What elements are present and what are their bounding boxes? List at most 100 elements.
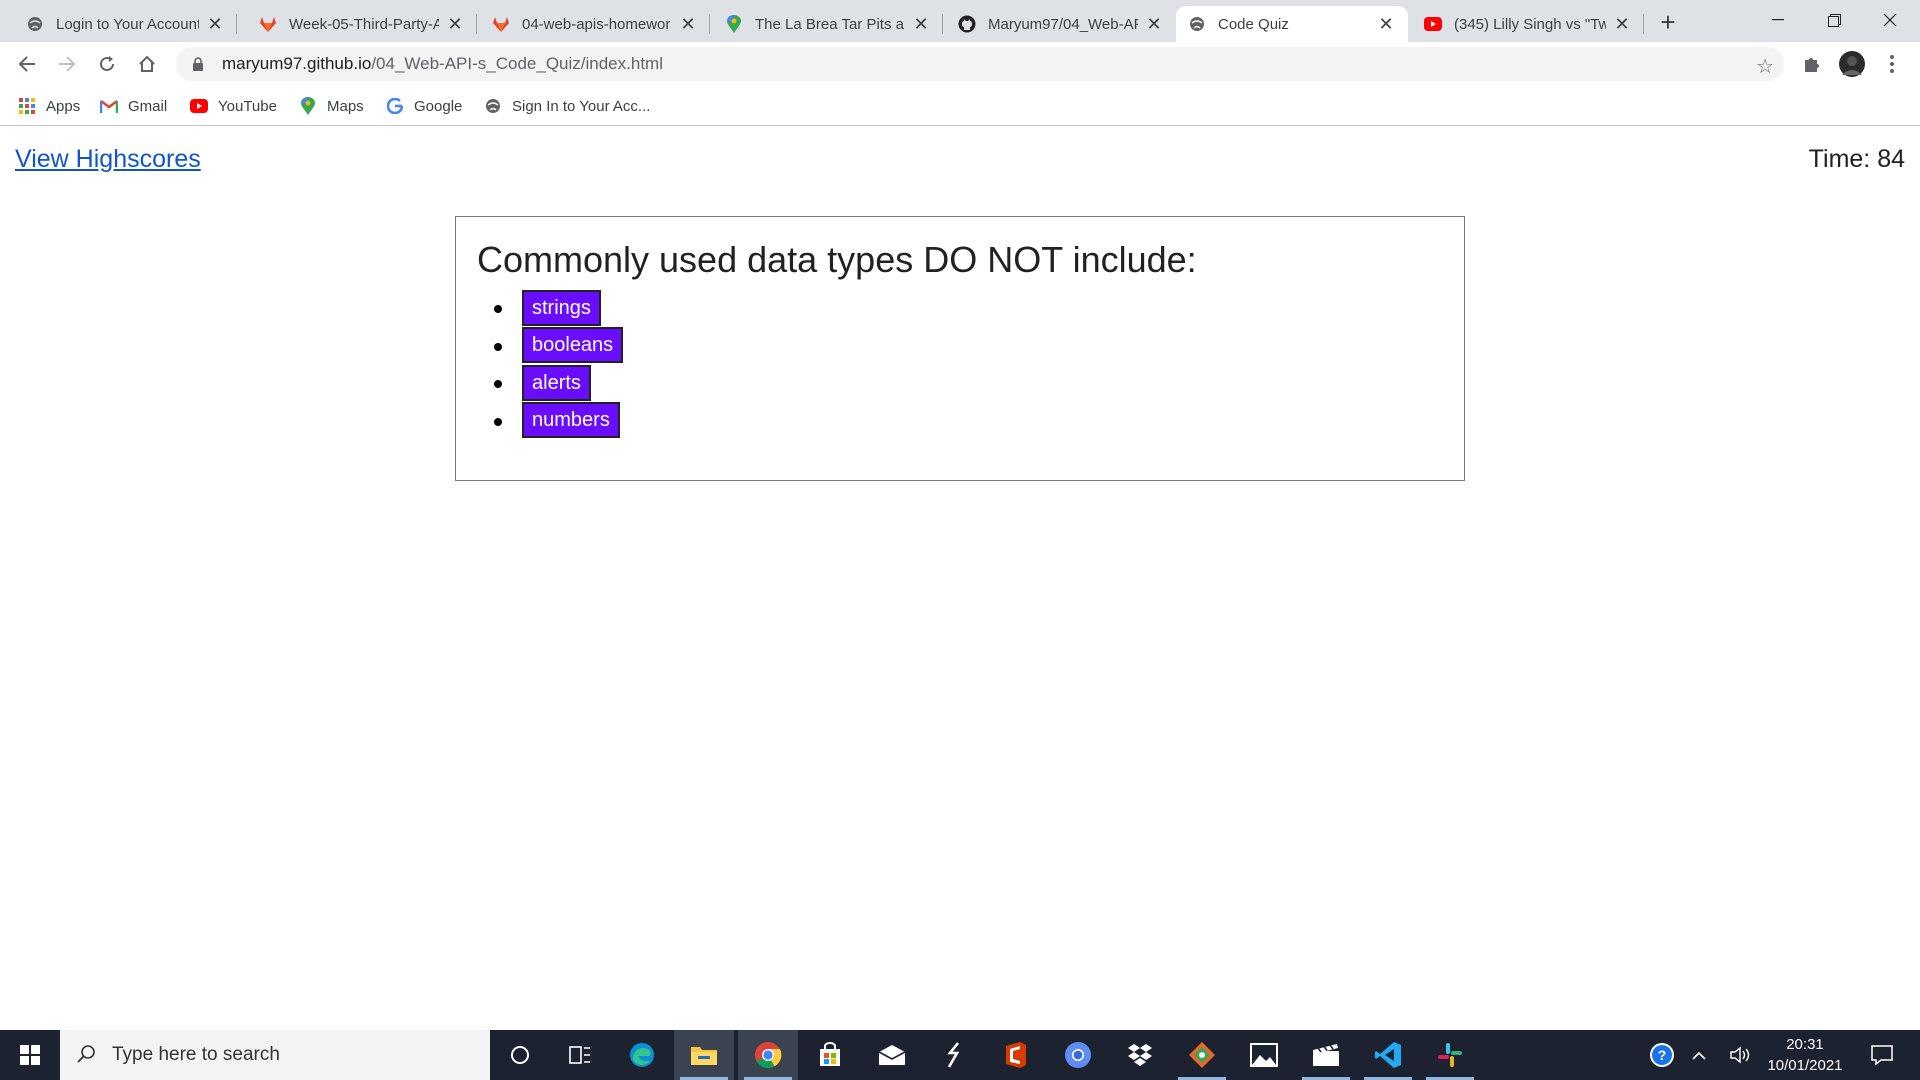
chrome-icon[interactable] bbox=[738, 1030, 798, 1080]
answer-item: numbers bbox=[494, 402, 623, 440]
video-editor-icon[interactable] bbox=[1296, 1030, 1356, 1080]
tab-label: Login to Your Account bbox=[56, 15, 199, 33]
tab-github-repo[interactable]: Maryum97/04_Web-AP ✕ bbox=[946, 6, 1176, 42]
bullet bbox=[494, 380, 502, 388]
bookmark-google[interactable]: Google bbox=[386, 95, 462, 117]
bookmark-label: Gmail bbox=[128, 97, 168, 115]
tab-youtube-video[interactable]: (345) Lilly Singh vs "Tw ✕ bbox=[1412, 6, 1644, 42]
tab-label: Week-05-Third-Party-A bbox=[289, 15, 439, 33]
tab-separator bbox=[1643, 14, 1644, 34]
photos-icon[interactable] bbox=[1234, 1030, 1294, 1080]
tab-la-brea[interactable]: The La Brea Tar Pits and ✕ bbox=[713, 6, 943, 42]
tab-week05[interactable]: Week-05-Third-Party-A ✕ bbox=[247, 6, 477, 42]
tab-separator bbox=[709, 14, 710, 34]
tab-04-web-apis[interactable]: 04-web-apis-homewor ✕ bbox=[480, 6, 710, 42]
tab-label: Maryum97/04_Web-AP bbox=[988, 15, 1138, 33]
answer-item: strings bbox=[494, 289, 623, 327]
help-icon[interactable]: ? bbox=[1646, 1030, 1678, 1080]
view-highscores-link[interactable]: View Highscores bbox=[15, 145, 201, 174]
taskbar-search-box[interactable]: Type here to search bbox=[60, 1030, 490, 1080]
gitlab-icon bbox=[492, 15, 510, 33]
tab-code-quiz[interactable]: Code Quiz ✕ bbox=[1176, 6, 1408, 42]
close-icon[interactable]: ✕ bbox=[1144, 14, 1164, 34]
answer-button-alerts[interactable]: alerts bbox=[522, 364, 591, 401]
bookmarks-bar: Apps Gmail YouTube Maps Google Sign In t… bbox=[0, 86, 1920, 126]
tab-label: 04-web-apis-homewor bbox=[522, 15, 671, 33]
url-domain: maryum97.github.io bbox=[222, 54, 372, 73]
quiz-card: Commonly used data types DO NOT include:… bbox=[455, 216, 1465, 481]
menu-kebab-icon[interactable] bbox=[1878, 50, 1906, 78]
windows-start-icon[interactable] bbox=[0, 1030, 60, 1080]
bookmark-label: Google bbox=[414, 97, 463, 115]
home-icon[interactable] bbox=[131, 48, 163, 80]
restore-button[interactable] bbox=[1806, 0, 1862, 40]
taskbar-clock[interactable]: 20:31 10/01/2021 bbox=[1760, 1034, 1850, 1076]
tab-login[interactable]: Login to Your Account ✕ bbox=[14, 6, 237, 42]
close-window-button[interactable] bbox=[1862, 0, 1918, 40]
bookmark-youtube[interactable]: YouTube bbox=[190, 95, 277, 117]
task-view-icon[interactable] bbox=[550, 1030, 610, 1080]
bookmark-apps[interactable]: Apps bbox=[18, 95, 80, 117]
question-text: Commonly used data types DO NOT include: bbox=[477, 239, 1197, 280]
new-tab-button[interactable]: + bbox=[1654, 7, 1682, 37]
bullet bbox=[494, 305, 502, 313]
forward-icon[interactable] bbox=[51, 48, 83, 80]
close-icon[interactable]: ✕ bbox=[205, 14, 225, 34]
answer-button-numbers[interactable]: numbers bbox=[522, 402, 620, 439]
tab-strip: Login to Your Account ✕ Week-05-Third-Pa… bbox=[0, 0, 1920, 42]
browser-toolbar: maryum97.github.io/04_Web-API-s_Code_Qui… bbox=[0, 42, 1920, 86]
bookmark-star-icon[interactable]: ☆ bbox=[1756, 54, 1774, 79]
youtube-icon bbox=[1424, 15, 1442, 33]
url-text: maryum97.github.io/04_Web-API-s_Code_Qui… bbox=[222, 54, 663, 74]
close-icon[interactable]: ✕ bbox=[445, 14, 465, 34]
bullet bbox=[494, 342, 502, 351]
minimize-button[interactable] bbox=[1750, 0, 1806, 40]
mail-icon[interactable] bbox=[862, 1030, 922, 1080]
close-icon[interactable]: ✕ bbox=[678, 14, 698, 34]
extensions-puzzle-icon[interactable] bbox=[1798, 50, 1826, 78]
gitkraken-icon[interactable] bbox=[1172, 1030, 1232, 1080]
globe-icon bbox=[1188, 15, 1206, 33]
answer-button-booleans[interactable]: booleans bbox=[522, 327, 624, 364]
vscode-icon[interactable] bbox=[1358, 1030, 1418, 1080]
svg-text:?: ? bbox=[1658, 1047, 1667, 1063]
cortana-circle-icon[interactable] bbox=[490, 1030, 550, 1080]
answer-button-strings[interactable]: strings bbox=[522, 289, 601, 326]
bookmark-maps[interactable]: Maps bbox=[299, 95, 364, 117]
bookmark-gmail[interactable]: Gmail bbox=[100, 95, 167, 117]
globe-icon bbox=[484, 97, 502, 115]
youtube-icon bbox=[190, 97, 208, 115]
close-icon[interactable]: ✕ bbox=[911, 14, 931, 34]
microsoft-store-icon[interactable] bbox=[800, 1030, 860, 1080]
volume-icon[interactable] bbox=[1726, 1030, 1756, 1080]
file-explorer-icon[interactable] bbox=[674, 1030, 734, 1080]
slack-icon[interactable] bbox=[1420, 1030, 1480, 1080]
bookmark-label: YouTube bbox=[218, 97, 277, 115]
clock-time: 20:31 bbox=[1786, 1036, 1824, 1053]
office-icon[interactable] bbox=[986, 1030, 1046, 1080]
bookmark-sign-in[interactable]: Sign In to Your Acc... bbox=[484, 95, 650, 117]
notification-icon[interactable] bbox=[1862, 1030, 1902, 1080]
tab-separator bbox=[236, 14, 237, 34]
chevron-up-icon[interactable] bbox=[1686, 1030, 1712, 1080]
bullet bbox=[494, 417, 502, 426]
search-placeholder: Type here to search bbox=[112, 1044, 280, 1065]
gitlab-icon bbox=[259, 15, 277, 33]
maps-pin-icon bbox=[299, 97, 317, 115]
page-content: View Highscores Time: 84 Commonly used d… bbox=[0, 127, 1920, 1030]
close-icon[interactable]: ✕ bbox=[1612, 14, 1632, 34]
bookmark-label: Apps bbox=[46, 97, 81, 115]
back-icon[interactable] bbox=[11, 48, 43, 80]
edge-icon[interactable] bbox=[612, 1030, 672, 1080]
reload-icon[interactable] bbox=[91, 48, 123, 80]
answer-item: alerts bbox=[494, 364, 623, 402]
timer-display: Time: 84 bbox=[1808, 145, 1905, 173]
address-bar[interactable]: maryum97.github.io/04_Web-API-s_Code_Qui… bbox=[176, 47, 1784, 81]
close-icon[interactable]: ✕ bbox=[1376, 14, 1396, 34]
avatar[interactable] bbox=[1838, 50, 1866, 78]
slack-like-s-icon[interactable] bbox=[924, 1030, 984, 1080]
chromium-icon[interactable] bbox=[1048, 1030, 1108, 1080]
bookmark-label: Maps bbox=[327, 97, 364, 115]
dropbox-icon[interactable] bbox=[1110, 1030, 1170, 1080]
tab-separator bbox=[476, 14, 477, 34]
